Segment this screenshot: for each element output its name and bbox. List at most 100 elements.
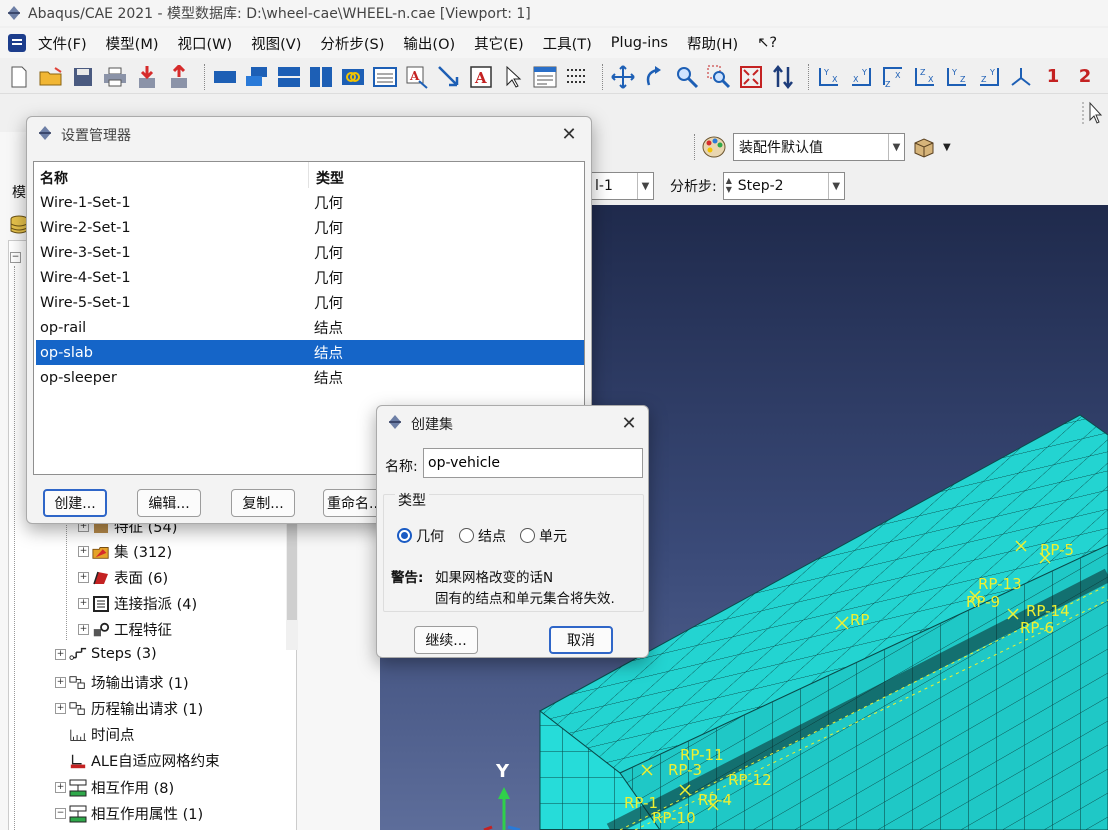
box-zoom-icon[interactable] [706, 64, 732, 90]
expand-toggle-icon[interactable]: + [78, 598, 89, 609]
radio-element[interactable]: 单元 [520, 526, 567, 546]
expand-toggle-icon[interactable]: + [78, 546, 89, 557]
table-row[interactable]: Wire-5-Set-1 几何 [36, 290, 584, 315]
chevron-down-icon[interactable]: ▼ [637, 173, 653, 199]
step-select[interactable]: ▲ ▼ Step-2 ▼ [722, 172, 845, 200]
render-cube-icon[interactable] [911, 134, 937, 160]
collapse-toggle-icon[interactable]: − [55, 808, 66, 819]
view-user-2-icon[interactable]: 2 [1072, 64, 1098, 90]
tree-item-ale-constraints[interactable]: ALE自适应网格约束 [69, 750, 220, 771]
expand-toggle-icon[interactable]: + [78, 624, 89, 635]
table-row-selected[interactable]: op-slab 结点 [36, 340, 584, 365]
model-select[interactable]: l-1 ▼ [590, 172, 654, 200]
tree-item-time-points[interactable]: 时间点 [69, 724, 135, 745]
menu-output[interactable]: 输出(O) [403, 33, 455, 54]
table-row[interactable]: Wire-1-Set-1 几何 [36, 190, 584, 215]
menu-context-help[interactable]: ↖? [757, 35, 777, 51]
cycle-views-icon[interactable] [770, 64, 796, 90]
menu-plugins[interactable]: Plug-ins [611, 35, 668, 51]
view-top-icon[interactable]: ZX [880, 64, 906, 90]
table-row[interactable]: op-sleeper 结点 [36, 365, 584, 390]
open-folder-icon[interactable] [38, 64, 64, 90]
new-file-icon[interactable] [6, 64, 32, 90]
expand-toggle-icon[interactable]: + [55, 677, 66, 688]
color-palette-icon[interactable] [701, 134, 727, 160]
system-menu-icon[interactable] [8, 34, 26, 52]
table-row[interactable]: Wire-3-Set-1 几何 [36, 240, 584, 265]
tree-item-sets[interactable]: + 集 (312) [78, 541, 172, 562]
render-style-select[interactable]: 装配件默认值 ▼ [733, 133, 905, 161]
table-row[interactable]: op-rail 结点 [36, 315, 584, 340]
col-type-header[interactable]: 类型 [316, 168, 344, 188]
export-icon[interactable] [166, 64, 192, 90]
copy-button[interactable]: 复制... [231, 489, 295, 517]
radio-selected-icon[interactable] [397, 528, 412, 543]
menu-tools[interactable]: 工具(T) [543, 33, 592, 54]
view-right-icon[interactable]: YZ [976, 64, 1002, 90]
menu-step[interactable]: 分析步(S) [320, 33, 384, 54]
close-icon[interactable]: ✕ [619, 414, 639, 434]
view-iso-icon[interactable] [1008, 64, 1034, 90]
chevron-down-icon[interactable]: ▼ [827, 173, 844, 199]
tree-item-field-output[interactable]: + 场输出请求 (1) [55, 672, 189, 693]
select-mode-icon[interactable] [1082, 100, 1106, 126]
print-icon[interactable] [102, 64, 128, 90]
radio-icon[interactable] [520, 528, 535, 543]
step-spinner-icon[interactable]: ▲ ▼ [726, 176, 732, 194]
tree-item-surfaces[interactable]: + 表面 (6) [78, 567, 168, 588]
collapse-toggle-icon[interactable]: − [10, 252, 21, 263]
viewport-cascade-icon[interactable] [244, 64, 270, 90]
render-cube-dropdown-icon[interactable]: ▼ [943, 142, 951, 153]
expand-toggle-icon[interactable]: + [78, 572, 89, 583]
radio-icon[interactable] [459, 528, 474, 543]
expand-toggle-icon[interactable]: + [55, 703, 66, 714]
menu-other[interactable]: 其它(E) [474, 33, 523, 54]
tab-model[interactable]: 模 [12, 182, 26, 202]
menu-help[interactable]: 帮助(H) [687, 33, 738, 54]
expand-toggle-icon[interactable]: + [55, 648, 66, 660]
save-icon[interactable] [70, 64, 96, 90]
viewport-tile-vertical-icon[interactable] [308, 64, 334, 90]
auto-fit-icon[interactable] [738, 64, 764, 90]
expand-toggle-icon[interactable]: + [55, 782, 66, 793]
tree-item-engineering-features[interactable]: + 工程特征 [78, 619, 172, 640]
menu-viewport[interactable]: 视口(W) [177, 33, 232, 54]
close-icon[interactable]: ✕ [559, 125, 579, 145]
set-name-input[interactable] [423, 448, 643, 478]
text-box-icon[interactable]: A [468, 64, 494, 90]
tree-item-interactions[interactable]: + 相互作用 (8) [55, 777, 174, 798]
menu-model[interactable]: 模型(M) [106, 33, 159, 54]
text-annotation-icon[interactable]: A [404, 64, 430, 90]
viewport-tile-horizontal-icon[interactable] [276, 64, 302, 90]
cancel-button[interactable]: 取消 [549, 626, 613, 654]
select-cursor-icon[interactable] [500, 64, 526, 90]
view-user-1-icon[interactable]: 1 [1040, 64, 1066, 90]
viewport-annotation-icon[interactable] [372, 64, 398, 90]
continue-button[interactable]: 继续... [414, 626, 478, 654]
menu-view[interactable]: 视图(V) [251, 33, 301, 54]
pan-icon[interactable] [610, 64, 636, 90]
col-name-header[interactable]: 名称 [40, 168, 68, 188]
chevron-down-icon[interactable]: ▼ [888, 134, 904, 160]
tree-item-connector-assignments[interactable]: + 连接指派 (4) [78, 593, 197, 614]
radio-node[interactable]: 结点 [459, 526, 506, 546]
view-bottom-icon[interactable]: ZX [912, 64, 938, 90]
zoom-icon[interactable] [674, 64, 700, 90]
menu-file[interactable]: 文件(F) [38, 33, 87, 54]
view-back-icon[interactable]: YX [848, 64, 874, 90]
query-info-icon[interactable] [532, 64, 558, 90]
tree-item-history-output[interactable]: + 历程输出请求 (1) [55, 698, 203, 719]
list-options-icon[interactable] [564, 64, 590, 90]
tree-item-interaction-properties[interactable]: − 相互作用属性 (1) [55, 803, 203, 824]
table-row[interactable]: Wire-2-Set-1 几何 [36, 215, 584, 240]
create-button[interactable]: 创建... [43, 489, 107, 517]
view-front-icon[interactable]: YX [816, 64, 842, 90]
radio-geometry[interactable]: 几何 [397, 526, 444, 546]
arrow-annotation-icon[interactable] [436, 64, 462, 90]
viewport-single-icon[interactable] [212, 64, 238, 90]
edit-button[interactable]: 编辑... [137, 489, 201, 517]
rotate-icon[interactable] [642, 64, 668, 90]
viewport-link-icon[interactable] [340, 64, 366, 90]
import-icon[interactable] [134, 64, 160, 90]
tree-item-steps[interactable]: + Steps (3) [55, 646, 157, 662]
